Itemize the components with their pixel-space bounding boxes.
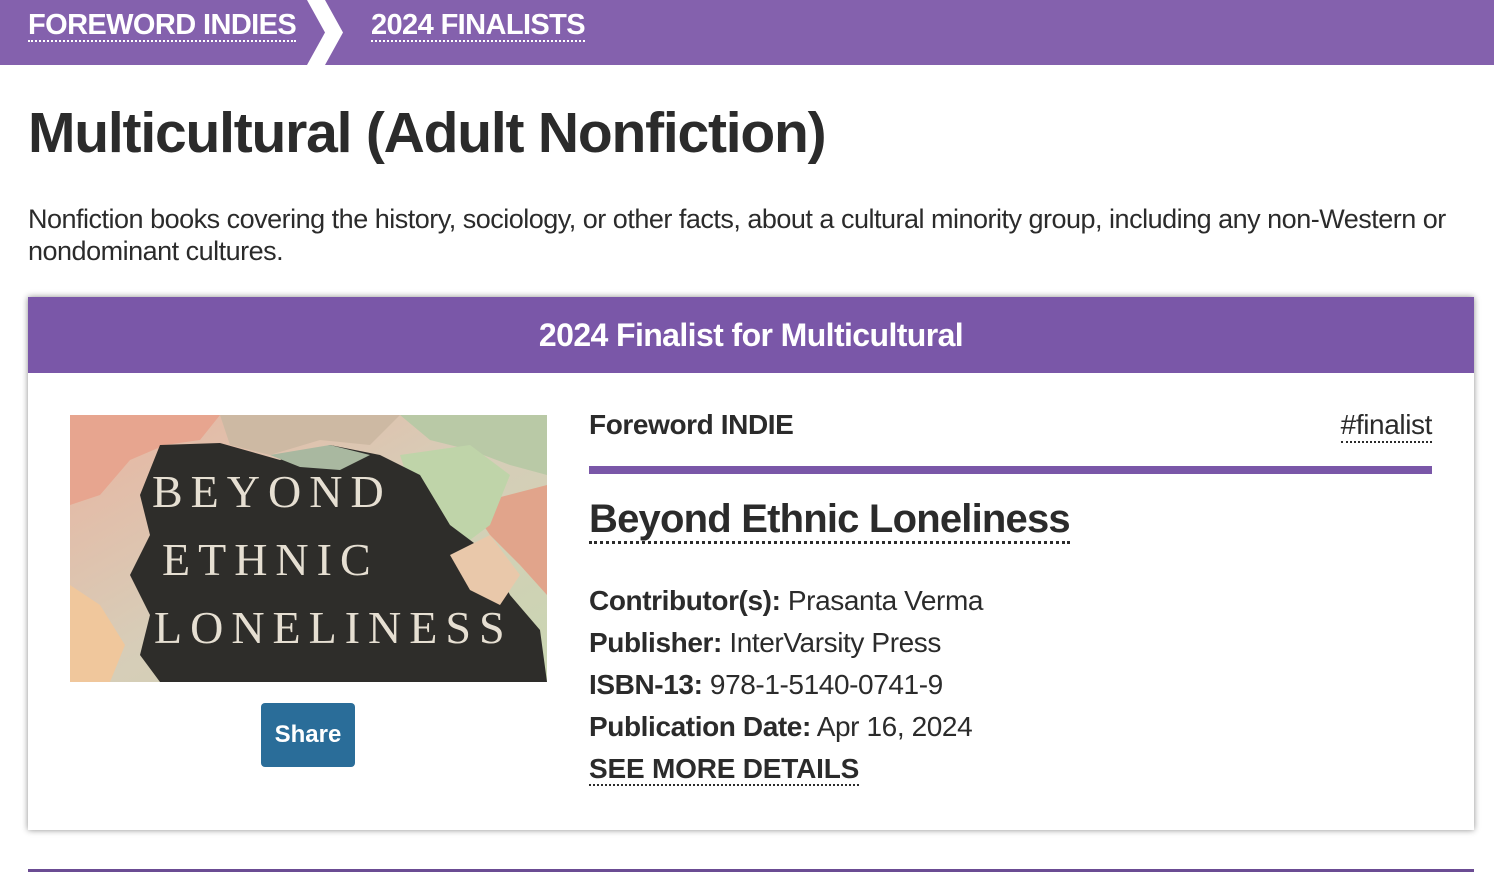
meta-contributor: Contributor(s): Prasanta Verma (589, 580, 983, 622)
meta-value: InterVarsity Press (729, 627, 941, 658)
meta-key: ISBN-13: (589, 669, 703, 700)
breadcrumb: FOREWORD INDIES 2024 FINALISTS (0, 0, 1494, 65)
breadcrumb-foreword-indies[interactable]: FOREWORD INDIES (28, 10, 297, 42)
finalist-card: 2024 Finalist for Multicultural BEYOND E… (28, 297, 1474, 830)
cover-title-line-1: BEYOND (152, 466, 392, 517)
book-title-link[interactable]: Beyond Ethnic Loneliness (589, 497, 1071, 544)
cover-title-line-2: ETHNIC (162, 534, 379, 585)
share-button[interactable]: Share (261, 703, 355, 767)
meta-publication-date: Publication Date: Apr 16, 2024 (589, 706, 983, 748)
see-more-details-link[interactable]: SEE MORE DETAILS (589, 754, 859, 786)
award-label: Foreword INDIE (589, 409, 794, 440)
section-divider (28, 869, 1474, 872)
meta-key: Publication Date: (589, 711, 811, 742)
finalist-tag-link[interactable]: #finalist (1340, 409, 1432, 443)
book-cover-image[interactable]: BEYOND ETHNIC LONELINESS (70, 415, 547, 682)
meta-value: Prasanta Verma (787, 585, 984, 616)
card-header: 2024 Finalist for Multicultural (28, 297, 1474, 373)
meta-isbn: ISBN-13: 978-1-5140-0741-9 (589, 664, 983, 706)
page-title: Multicultural (Adult Nonfiction) (28, 101, 827, 165)
divider (589, 466, 1432, 474)
meta-key: Publisher: (589, 627, 722, 658)
book-meta-list: Contributor(s): Prasanta Verma Publisher… (589, 580, 983, 790)
cover-title-line-3: LONELINESS (154, 602, 513, 653)
breadcrumb-2024-finalists[interactable]: 2024 FINALISTS (371, 10, 586, 42)
meta-key: Contributor(s): (589, 585, 781, 616)
meta-publisher: Publisher: InterVarsity Press (589, 622, 983, 664)
meta-value: 978-1-5140-0741-9 (709, 669, 943, 700)
category-description: Nonfiction books covering the history, s… (28, 204, 1446, 266)
meta-value: Apr 16, 2024 (816, 711, 973, 742)
